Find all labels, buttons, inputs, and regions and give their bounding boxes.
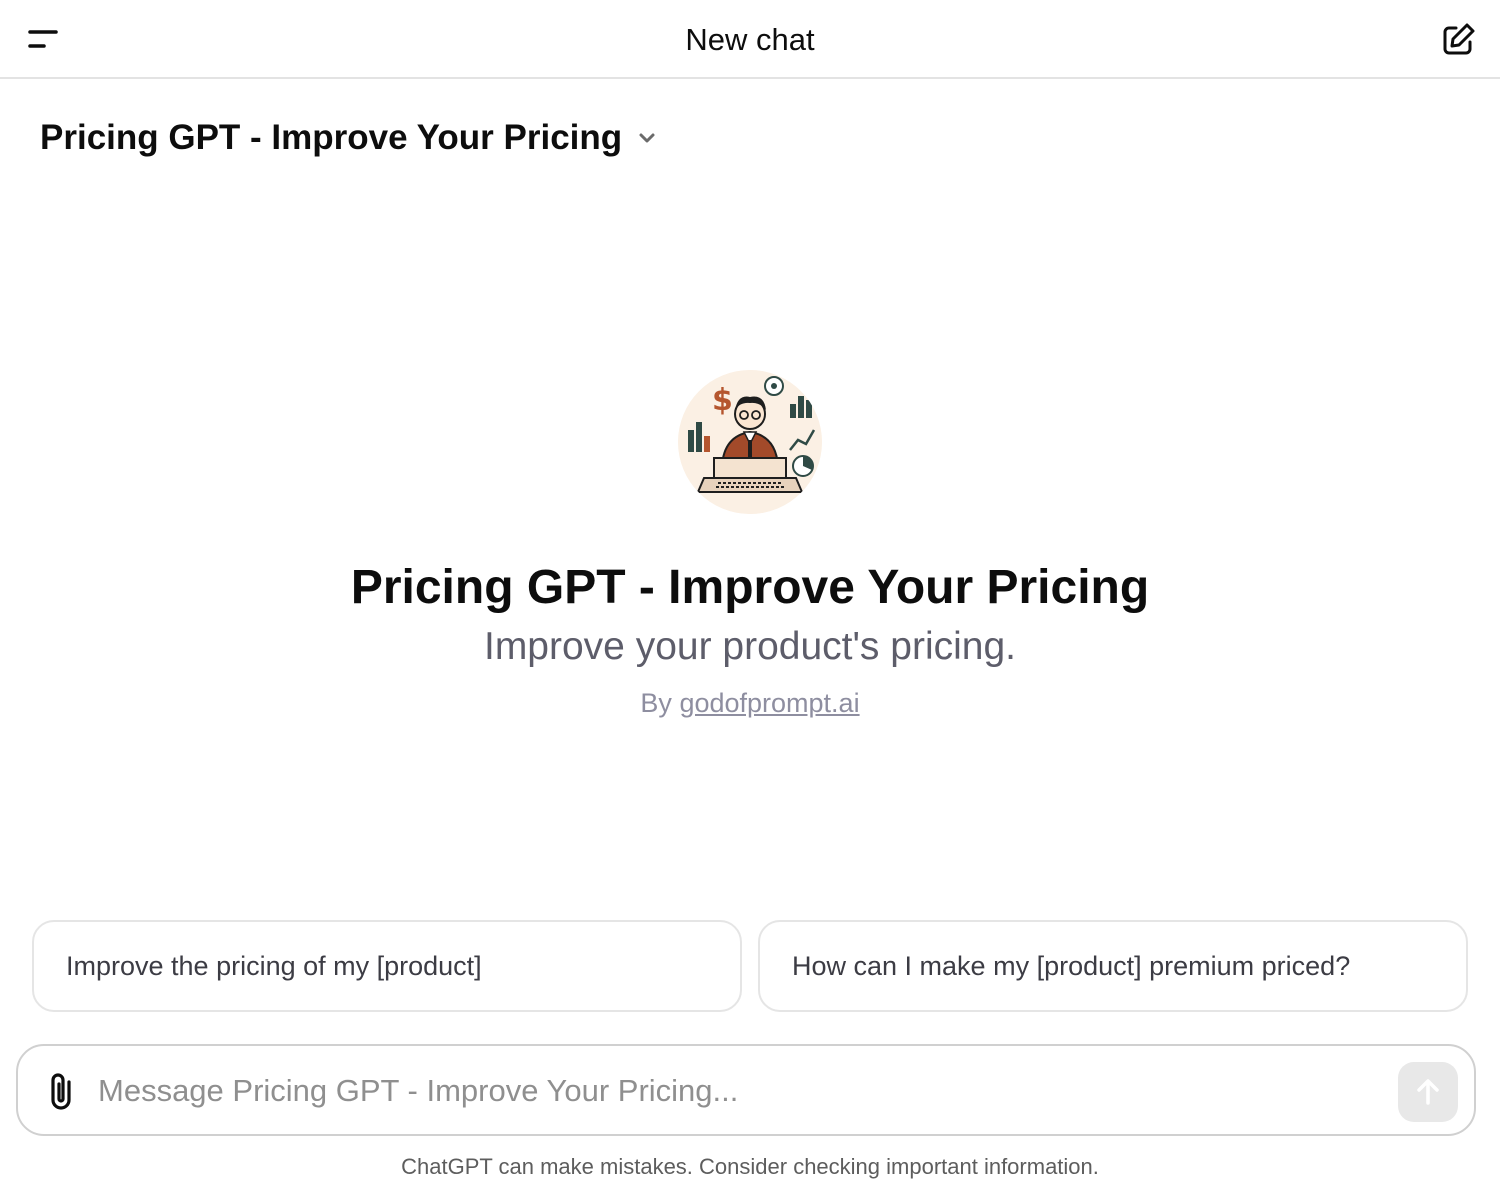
arrow-up-icon <box>1417 1079 1439 1105</box>
gpt-avatar: $ <box>678 370 822 514</box>
gpt-selector-dropdown[interactable]: Pricing GPT - Improve Your Pricing <box>40 114 658 162</box>
conversation-starter-label: How can I make my [product] premium pric… <box>792 950 1351 981</box>
chevron-down-icon <box>639 133 655 143</box>
attach-button[interactable] <box>42 1070 82 1114</box>
svg-text:$: $ <box>712 383 733 418</box>
gpt-avatar-illustration: $ <box>678 370 822 514</box>
page-title: New chat <box>685 22 815 57</box>
gpt-description: Improve your product's pricing. <box>483 625 1016 668</box>
disclaimer-text: ChatGPT can make mistakes. Consider chec… <box>401 1154 1099 1179</box>
new-chat-button[interactable] <box>1438 20 1478 60</box>
compose-icon <box>1443 23 1475 55</box>
paperclip-icon <box>51 1073 71 1110</box>
conversation-starter[interactable]: How can I make my [product] premium pric… <box>758 920 1468 1012</box>
conversation-starter-label: Improve the pricing of my [product] <box>66 950 482 981</box>
gpt-title: Pricing GPT - Improve Your Pricing <box>350 561 1150 614</box>
top-bar: New chat <box>0 0 1500 79</box>
send-button[interactable] <box>1398 1062 1458 1122</box>
message-input[interactable] <box>98 1064 1378 1118</box>
author-link[interactable]: godofprompt.ai <box>679 688 859 718</box>
gpt-author: By godofprompt.ai <box>0 688 1500 719</box>
author-prefix: By <box>640 688 672 718</box>
conversation-starter[interactable]: Improve the pricing of my [product] <box>32 920 742 1012</box>
message-composer <box>16 1044 1476 1136</box>
gpt-selector-label: Pricing GPT - Improve Your Pricing <box>40 118 623 157</box>
